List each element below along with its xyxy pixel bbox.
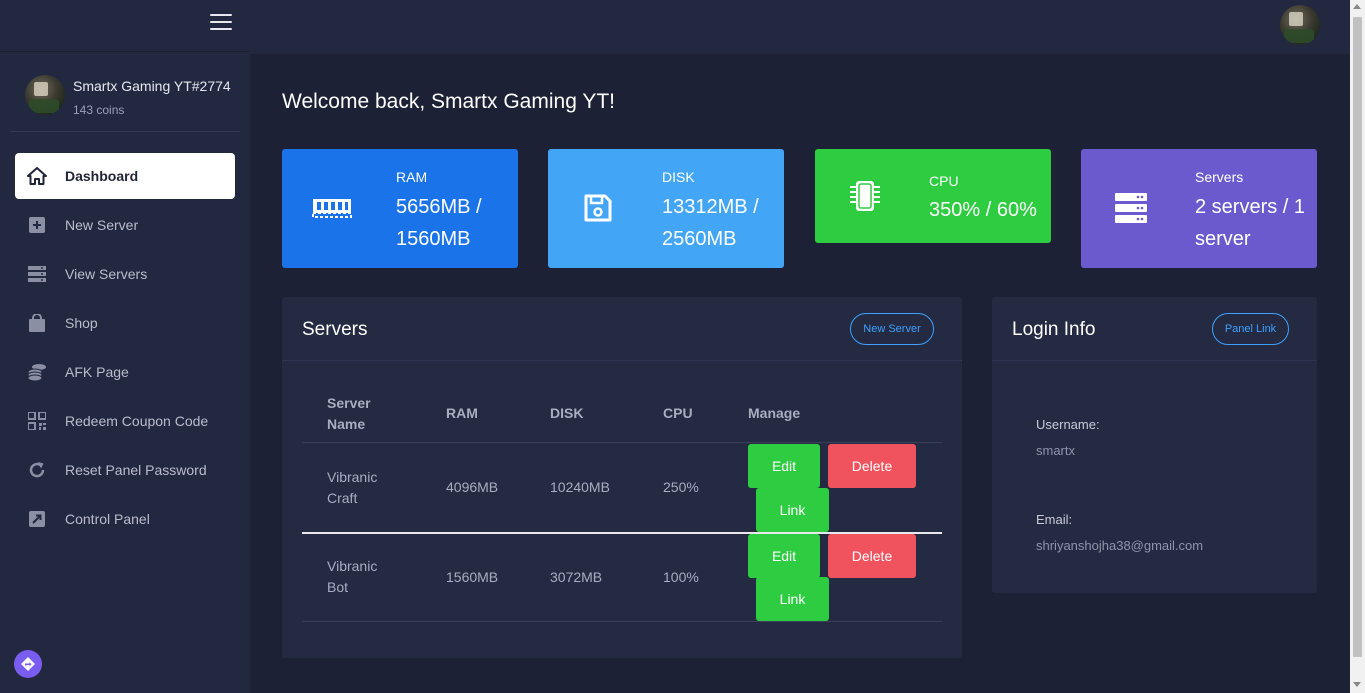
floating-action-button[interactable] [14, 650, 42, 678]
server-ram: 1560MB [446, 569, 499, 585]
email-value: shriyanshojha38@gmail.com [1036, 538, 1204, 553]
username-value: smartx [1036, 443, 1075, 458]
column-header: DISK [550, 405, 584, 421]
new-server-button[interactable]: New Server [850, 313, 934, 345]
plus-square-icon [27, 215, 47, 235]
sidebar-item-label: Redeem Coupon Code [65, 413, 209, 429]
delete-button[interactable]: Delete [828, 534, 916, 578]
server-cpu: 250% [663, 479, 699, 495]
divider [302, 621, 942, 622]
edit-button[interactable]: Edit [748, 534, 820, 578]
sidebar-item-shop[interactable]: Shop [15, 300, 235, 346]
server-ram: 4096MB [446, 479, 499, 495]
sidebar-item-new-server[interactable]: New Server [15, 202, 235, 248]
link-button[interactable]: Link [756, 577, 829, 621]
column-header: CPU [663, 405, 693, 421]
sidebar-item-label: View Servers [65, 266, 148, 282]
column-header: RAM [446, 405, 478, 421]
scroll-up-arrow-icon[interactable] [1353, 4, 1361, 9]
column-header: Server Name [327, 395, 371, 432]
email-label: Email: [1036, 512, 1073, 527]
sidebar-item-control-panel[interactable]: Control Panel [15, 496, 235, 542]
stat-value: 2 servers / 1 server [1195, 196, 1306, 250]
server-icon [27, 264, 47, 284]
sidebar-item-redeem-coupon[interactable]: Redeem Coupon Code [15, 398, 235, 444]
stat-label: RAM [396, 169, 428, 185]
sidebar-item-label: New Server [65, 217, 139, 233]
external-link-icon [27, 509, 47, 529]
sidebar-item-label: Shop [65, 315, 98, 331]
sidebar-item-label: Reset Panel Password [65, 462, 207, 478]
stat-label: Servers [1195, 169, 1244, 185]
panel-link-button[interactable]: Panel Link [1212, 313, 1289, 345]
menu-toggle-icon[interactable] [210, 14, 232, 32]
stat-card-ram: RAM 5656MB / 1560MB [282, 149, 518, 268]
save-disk-icon [578, 191, 618, 225]
server-disk: 10240MB [550, 479, 610, 495]
scroll-down-arrow-icon[interactable] [1353, 682, 1361, 687]
sidebar: Smartx Gaming YT#2774 143 coins Dashboar… [0, 0, 250, 693]
stat-card-cpu: CPU 350% / 60% [815, 149, 1051, 243]
page-title: Welcome back, Smartx Gaming YT! [282, 90, 615, 113]
delete-button[interactable]: Delete [828, 444, 916, 488]
sidebar-item-label: AFK Page [65, 364, 129, 380]
avatar [25, 75, 65, 115]
server-cpu: 100% [663, 569, 699, 585]
page-scrollbar[interactable] [1350, 0, 1365, 693]
cpu-chip-icon [845, 179, 885, 213]
sidebar-nav: Dashboard New Server View Servers Shop A… [15, 153, 235, 545]
stat-value: 5656MB / 1560MB [396, 196, 482, 250]
sidebar-item-label: Dashboard [65, 168, 139, 184]
user-coins: 143 coins [73, 103, 125, 117]
servers-card: Servers New Server Server Name RAM DISK … [282, 297, 962, 658]
column-header: Manage [748, 405, 801, 421]
top-bar [250, 0, 1350, 54]
sidebar-item-dashboard[interactable]: Dashboard [15, 153, 235, 199]
server-disk: 3072MB [550, 569, 603, 585]
divider [302, 442, 942, 443]
server-name: Vibranic Craft [327, 469, 378, 506]
refresh-icon [27, 460, 47, 480]
sidebar-item-view-servers[interactable]: View Servers [15, 251, 235, 297]
user-name: Smartx Gaming YT#2774 [73, 78, 231, 94]
coins-icon [27, 362, 47, 382]
sidebar-item-afk-page[interactable]: AFK Page [15, 349, 235, 395]
card-header: Servers New Server [282, 297, 962, 361]
sidebar-item-label: Control Panel [65, 511, 150, 527]
server-stack-icon [1111, 191, 1151, 225]
memory-icon [312, 191, 352, 225]
avatar[interactable] [1280, 5, 1320, 45]
shopping-bag-icon [27, 313, 47, 333]
link-button[interactable]: Link [756, 488, 829, 532]
stat-card-disk: DISK 13312MB / 2560MB [548, 149, 784, 268]
login-info-card: Login Info Panel Link Username: smartx E… [992, 297, 1317, 593]
qr-code-icon [27, 411, 47, 431]
stat-label: DISK [662, 169, 695, 185]
card-title: Servers [302, 319, 368, 340]
home-icon [27, 166, 47, 186]
scrollbar-thumb[interactable] [1353, 17, 1362, 657]
card-title: Login Info [1012, 319, 1096, 340]
stat-value: 350% / 60% [929, 199, 1037, 221]
stat-label: CPU [929, 173, 959, 189]
user-profile: Smartx Gaming YT#2774 143 coins [10, 62, 240, 132]
diamond-arrow-icon [21, 657, 35, 671]
card-header: Login Info Panel Link [992, 297, 1317, 361]
stat-card-servers: Servers 2 servers / 1 server [1081, 149, 1317, 268]
username-label: Username: [1036, 417, 1100, 432]
sidebar-item-reset-password[interactable]: Reset Panel Password [15, 447, 235, 493]
sidebar-header [0, 0, 250, 52]
server-name: Vibranic Bot [327, 558, 378, 595]
edit-button[interactable]: Edit [748, 444, 820, 488]
stat-value: 13312MB / 2560MB [662, 196, 759, 250]
